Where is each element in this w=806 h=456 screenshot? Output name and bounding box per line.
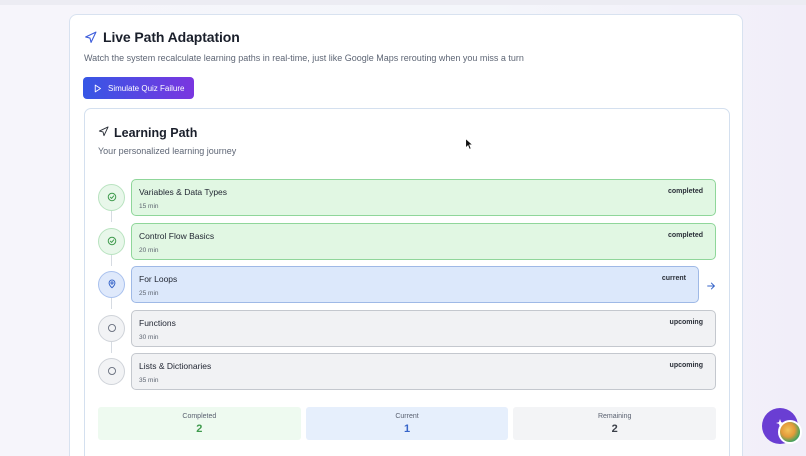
step-marker [98,271,125,298]
step-marker [98,358,125,385]
navigation-arrow-icon [98,124,109,142]
step-name: Variables & Data Types [139,187,228,197]
step-connector [111,298,112,309]
step-card[interactable]: Control Flow Basics 20 min completed [131,223,716,260]
step-status: completed [667,188,703,195]
step-duration: 25 min [139,290,159,297]
step-status: current [661,275,686,282]
step-duration: 20 min [139,247,159,254]
avatar[interactable] [778,420,802,444]
completed-stat: Completed 2 [98,407,301,440]
card-title: Live Path Adaptation [103,29,240,45]
step-marker [98,228,125,255]
completed-stat-label: Completed [182,413,217,420]
step-marker [98,184,125,211]
step-name: Functions [139,318,176,328]
step-duration: 30 min [139,334,159,341]
play-icon [93,84,102,93]
step-connector [111,211,112,222]
step-marker [98,315,125,342]
current-stat: Current 1 [305,407,509,440]
step-status: upcoming [669,362,703,369]
step-status: upcoming [669,319,703,326]
check-circle-icon [107,189,117,207]
arrow-right-icon[interactable] [706,278,716,296]
progress-stats: Completed 2 Current 1 Remaining 2 [98,407,717,440]
learning-path-header: Learning Path [98,124,197,142]
navigation-arrow-icon [84,31,97,44]
live-path-adaptation-card: Live Path Adaptation Watch the system re… [69,14,743,456]
learning-path-panel: Learning Path Your personalized learning… [84,108,730,456]
path-step[interactable]: For Loops 25 min current [85,266,731,309]
card-description: Watch the system recalculate learning pa… [84,53,524,63]
step-connector [111,255,112,266]
current-stat-label: Current [395,413,419,420]
remaining-stat: Remaining 2 [513,407,717,440]
remaining-stat-value: 2 [611,423,618,435]
simulate-quiz-failure-button[interactable]: Simulate Quiz Failure [83,77,194,99]
map-pin-icon [107,276,117,294]
completed-stat-value: 2 [196,423,203,435]
step-name: Control Flow Basics [139,231,215,241]
top-strip [0,0,806,5]
step-card[interactable]: Variables & Data Types 15 min completed [131,179,716,216]
card-header: Live Path Adaptation [84,29,240,45]
step-name: Lists & Dictionaries [139,361,212,371]
path-step[interactable]: Variables & Data Types 15 min completed [85,179,731,222]
step-card[interactable]: Lists & Dictionaries 35 min upcoming [131,353,716,390]
step-card[interactable]: Functions 30 min upcoming [131,310,716,347]
path-step[interactable]: Functions 30 min upcoming [85,310,731,353]
step-status: completed [667,232,703,239]
step-card[interactable]: For Loops 25 min current [131,266,699,303]
step-name: For Loops [139,274,178,284]
learning-path-subtitle: Your personalized learning journey [98,146,237,156]
circle-icon [107,363,117,381]
mouse-cursor-icon [465,137,474,155]
path-step[interactable]: Control Flow Basics 20 min completed [85,223,731,266]
step-duration: 35 min [139,377,159,384]
check-circle-icon [107,233,117,251]
step-duration: 15 min [139,203,159,210]
step-connector [111,342,112,353]
circle-icon [107,320,117,338]
remaining-stat-label: Remaining [597,413,632,420]
path-step[interactable]: Lists & Dictionaries 35 min upcoming [85,353,731,391]
current-stat-value: 1 [403,423,411,435]
simulate-button-label: Simulate Quiz Failure [108,83,185,93]
learning-path-title: Learning Path [114,126,198,140]
